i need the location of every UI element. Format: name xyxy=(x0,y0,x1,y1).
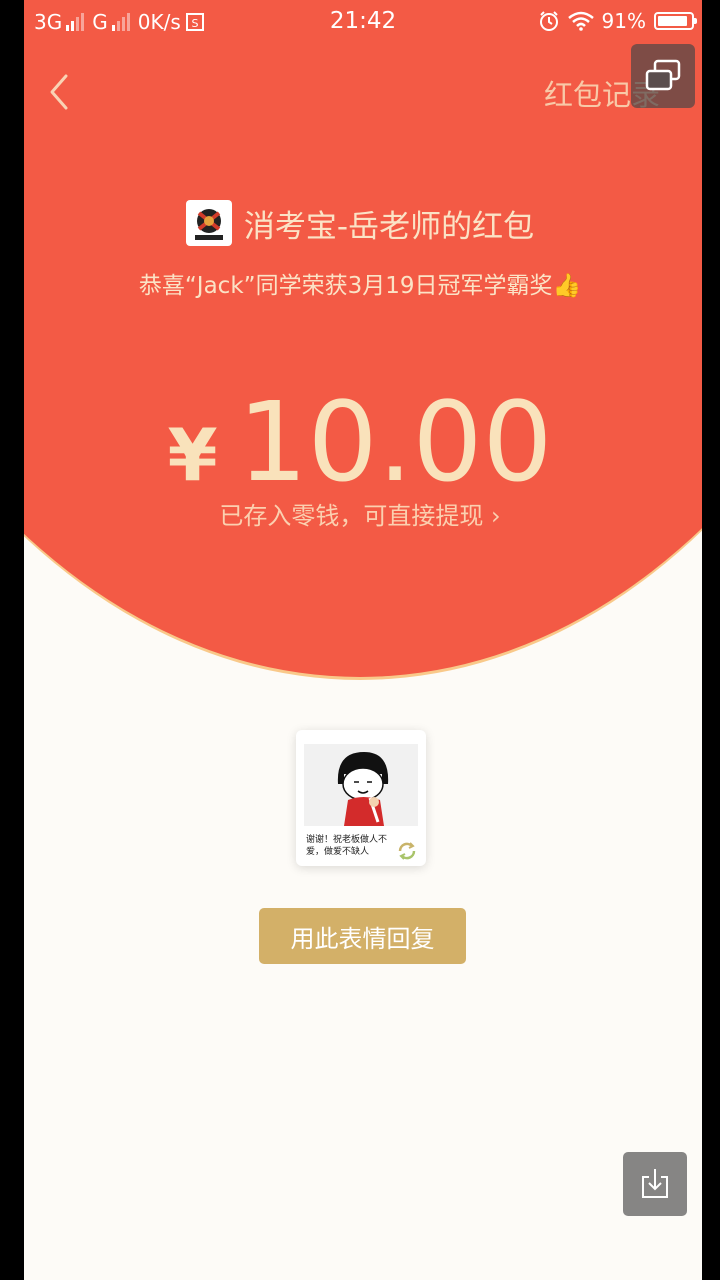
change-notice-text: 已存入零钱，可直接提现 xyxy=(219,502,484,530)
currency-symbol: ¥ xyxy=(167,413,218,497)
chevron-right-icon: › xyxy=(491,502,501,530)
amount-display: ¥ 10.00 xyxy=(0,378,720,506)
change-notice-link[interactable]: 已存入零钱，可直接提现 › xyxy=(0,496,720,531)
status-right: 91% xyxy=(538,9,697,33)
battery-fill xyxy=(658,16,687,26)
save-download-icon xyxy=(642,1169,668,1198)
sender-row: 消考宝-岳老师的红包 xyxy=(0,200,720,246)
refresh-icon[interactable] xyxy=(396,840,418,862)
sticker-image xyxy=(304,744,418,826)
status-bar: 3G G 0K/s S 21:42 91% xyxy=(24,0,702,46)
wifi-icon xyxy=(567,11,594,31)
greeting-message: 恭喜“Jack”同学荣获3月19日冠军学霸奖👍 xyxy=(138,273,582,299)
floating-window-button[interactable] xyxy=(631,44,695,108)
floating-window-icon xyxy=(645,59,681,91)
sticker-card[interactable]: 谢谢！祝老板做人不爱，做爱不缺人 xyxy=(296,730,426,866)
battery-percent: 91% xyxy=(601,9,646,33)
reply-with-sticker-button[interactable]: 用此表情回复 xyxy=(259,908,466,964)
battery-icon xyxy=(654,12,697,30)
right-black-bar xyxy=(702,0,720,1280)
back-button[interactable] xyxy=(46,72,76,112)
red-packet-screen: 3G G 0K/s S 21:42 91% 红包记录 消考宝-岳老师的红包 恭喜… xyxy=(0,0,720,1280)
back-arrow-icon xyxy=(50,74,68,110)
amount-value: 10.00 xyxy=(237,378,553,506)
alarm-icon xyxy=(539,11,558,31)
app-logo-icon xyxy=(185,200,232,246)
left-black-bar xyxy=(0,0,24,1280)
sticker-caption: 谢谢！祝老板做人不爱，做爱不缺人 xyxy=(306,835,388,857)
sender-name: 消考宝-岳老师的红包 xyxy=(243,208,535,245)
save-download-button[interactable] xyxy=(623,1152,687,1216)
